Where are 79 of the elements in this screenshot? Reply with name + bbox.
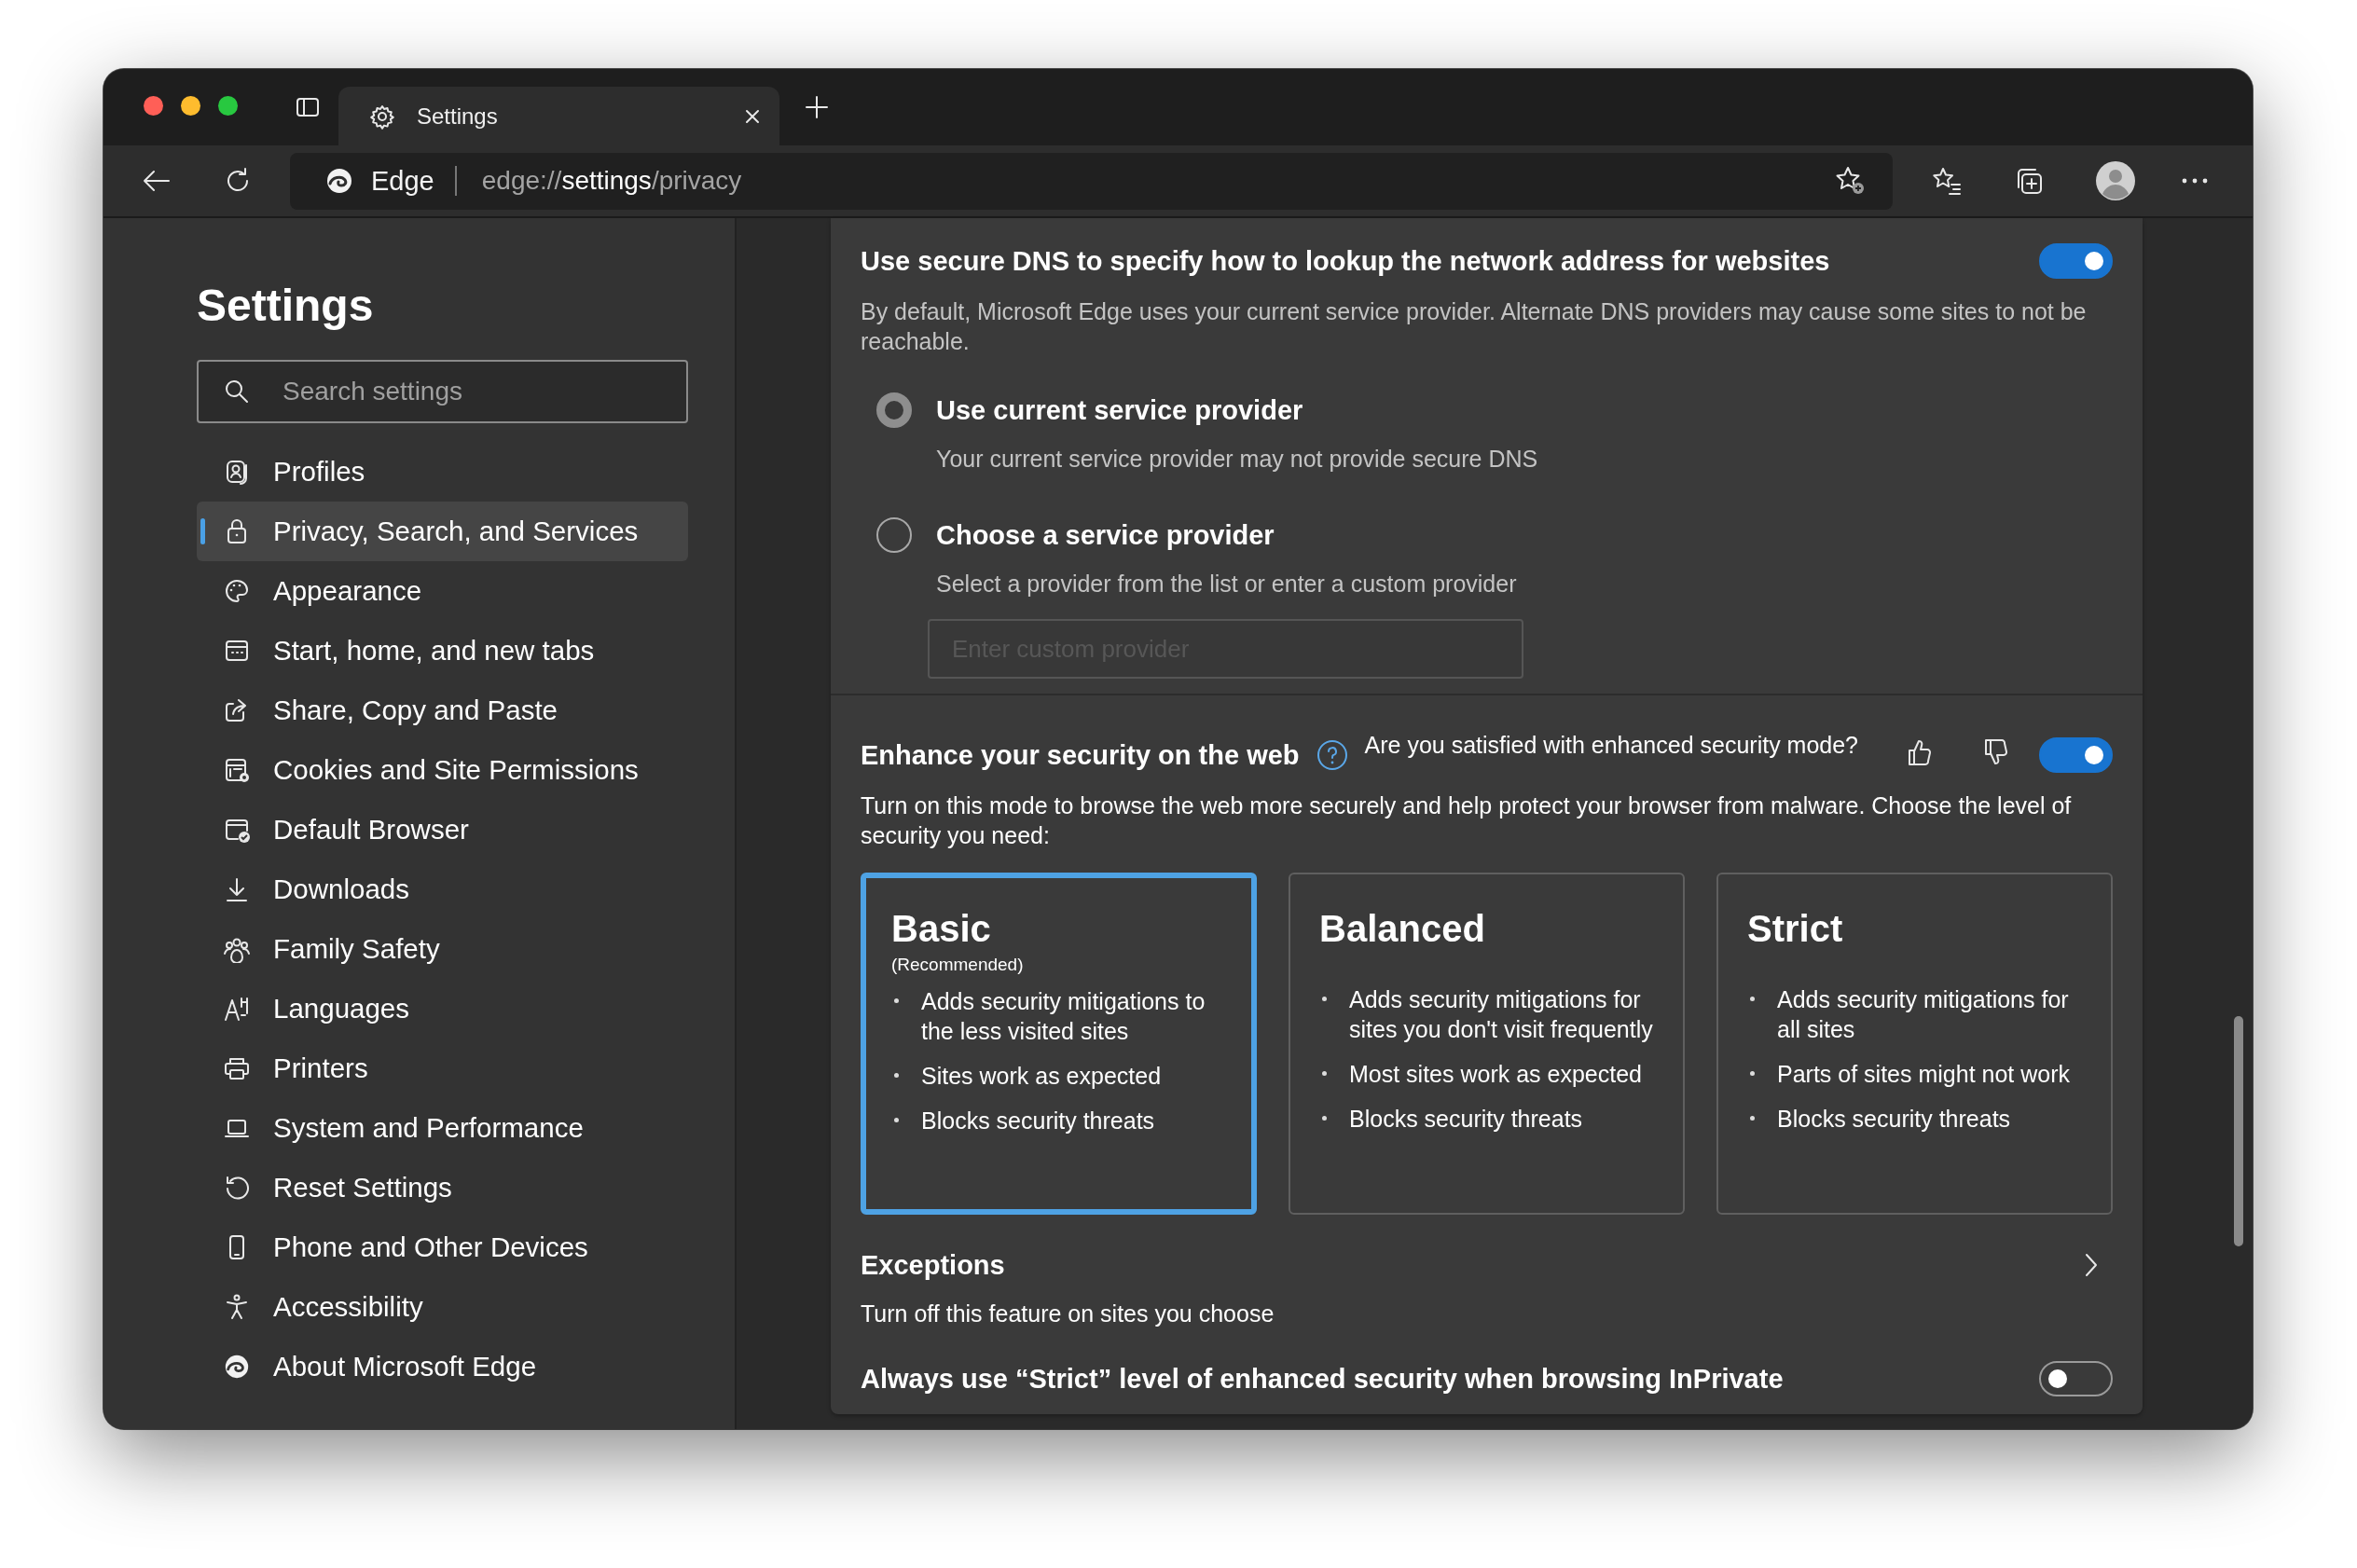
sidebar-item[interactable]: Reset Settings: [197, 1158, 688, 1217]
setting-description: Turn on this mode to browse the web more securely and help protect your browser from malware. Choose the level of security you need:: [861, 791, 2073, 850]
logo-icon: [223, 1353, 251, 1381]
sidebar-item[interactable]: Printers: [197, 1038, 688, 1098]
bullet-text: Blocks security threats: [1349, 1105, 1583, 1134]
search-icon: [223, 378, 251, 406]
sidebar-item[interactable]: Share, Copy and Paste: [197, 681, 688, 740]
bullet-text: Adds security mitigations for sites you don't visit frequently: [1349, 985, 1653, 1044]
option-label: Use current service provider: [936, 394, 1303, 427]
level-title: Balanced: [1319, 907, 1486, 951]
toggle-switch[interactable]: [2039, 243, 2113, 279]
option-description: Your current service provider may not provide secure DNS: [936, 445, 1539, 474]
help-icon[interactable]: [1316, 739, 1348, 771]
radio-button[interactable]: [876, 517, 912, 553]
bullet-dot: [1322, 997, 1327, 1001]
chevron-right-icon[interactable]: [2083, 1252, 2100, 1278]
search-field[interactable]: Search settings: [197, 360, 688, 423]
setting-title: Exceptions: [861, 1249, 1006, 1282]
sidebar-item[interactable]: System and Performance: [197, 1098, 688, 1158]
setting-title: Always use “Strict” level of enhanced security when browsing InPrivate: [861, 1363, 1785, 1396]
palette-icon: [223, 577, 251, 605]
level-title: Basic: [891, 907, 992, 951]
bullet-dot: [894, 1073, 899, 1078]
sidebar-title: Settings: [197, 280, 375, 332]
bullet-dot: [894, 998, 899, 1003]
sidebar-item[interactable]: About Microsoft Edge: [197, 1337, 688, 1396]
toggle-switch[interactable]: [2039, 1361, 2113, 1396]
level-card[interactable]: Basic (Recommended) Adds security mitigations to the less visited sites Sites work as expected Blocks security threats: [861, 873, 1257, 1215]
setting-title: Use secure DNS to specify how to lookup the network address for websites: [861, 245, 1831, 278]
sidebar-item[interactable]: Profiles: [197, 442, 688, 502]
bullet-text: Adds security mitigations to the less visited sites: [921, 987, 1206, 1046]
window-control-button[interactable]: [144, 95, 163, 116]
window-control-button[interactable]: [181, 95, 200, 116]
sidebar-item[interactable]: Cookies and Site Permissions: [197, 740, 688, 800]
site-label: Edge: [371, 165, 434, 197]
site-settings-icon: [223, 756, 251, 784]
sidebar-item[interactable]: Default Browser: [197, 800, 688, 860]
window-control-button[interactable]: [218, 95, 238, 116]
setting-description: By default, Microsoft Edge uses your current service provider. Alternate DNS providers may cause some sites to not be reachable.: [861, 297, 2088, 356]
bullet-text: Parts of sites might not work: [1777, 1060, 2070, 1089]
toggle-switch[interactable]: [2039, 737, 2113, 773]
logo-icon: [324, 166, 354, 196]
sidebar-item[interactable]: Accessibility: [197, 1277, 688, 1337]
star-list-icon[interactable]: [1931, 166, 1963, 196]
option-description: Select a provider from the list or enter a custom provider: [936, 570, 1518, 598]
sidebar-item[interactable]: Phone and Other Devices: [197, 1217, 688, 1277]
level-card[interactable]: Strict Adds security mitigations for all sites Parts of sites might not work Blocks security threats: [1716, 873, 2113, 1215]
avatar-icon[interactable]: [2095, 160, 2136, 201]
bullet-dot: [1750, 1116, 1755, 1121]
bullet-dot: [894, 1118, 899, 1122]
browser-tab[interactable]: Settings: [338, 87, 779, 145]
option-label: Choose a service provider: [936, 519, 1275, 552]
plus-icon[interactable]: [803, 93, 831, 121]
language-icon: [223, 995, 251, 1023]
address-bar[interactable]: Edge edge://settings/privacy: [290, 152, 1893, 210]
level-card[interactable]: Balanced Adds security mitigations for sites you don't visit frequently Most sites work as expected Blocks security threats: [1289, 873, 1685, 1215]
sidebar-item[interactable]: Family Safety: [197, 919, 688, 979]
bullet-text: Sites work as expected: [921, 1062, 1162, 1091]
scrollbar-thumb[interactable]: [2234, 1016, 2243, 1246]
radio-button[interactable]: [876, 392, 912, 428]
bullet-dot: [1322, 1116, 1327, 1121]
bullet-text: Most sites work as expected: [1349, 1060, 1642, 1089]
bullet-text: Blocks security threats: [1777, 1105, 2011, 1134]
bullet-dot: [1750, 1071, 1755, 1076]
bullet-dot: [1322, 1071, 1327, 1076]
sidebar-item[interactable]: Appearance: [197, 561, 688, 621]
level-note: (Recommended): [891, 954, 1025, 976]
setting-description: Turn off this feature on sites you choose: [861, 1300, 1275, 1328]
url-text: edge://settings/privacy: [481, 166, 743, 196]
sidebar-item[interactable]: Downloads: [197, 860, 688, 919]
setting-title: Enhance your security on the web: [861, 739, 1300, 772]
sidebar-item[interactable]: Start, home, and new tabs: [197, 621, 688, 681]
feedback-question: Are you satisfied with enhanced security mode?: [1364, 731, 1860, 759]
bullet-text: Adds security mitigations for all sites: [1777, 985, 2070, 1044]
level-title: Strict: [1747, 907, 1844, 951]
bullet-text: Blocks security threats: [921, 1107, 1155, 1135]
sidebar-item[interactable]: Privacy, Search, and Services: [197, 502, 688, 561]
bullet-dot: [1750, 997, 1755, 1001]
sidebar-item[interactable]: Languages: [197, 979, 688, 1038]
